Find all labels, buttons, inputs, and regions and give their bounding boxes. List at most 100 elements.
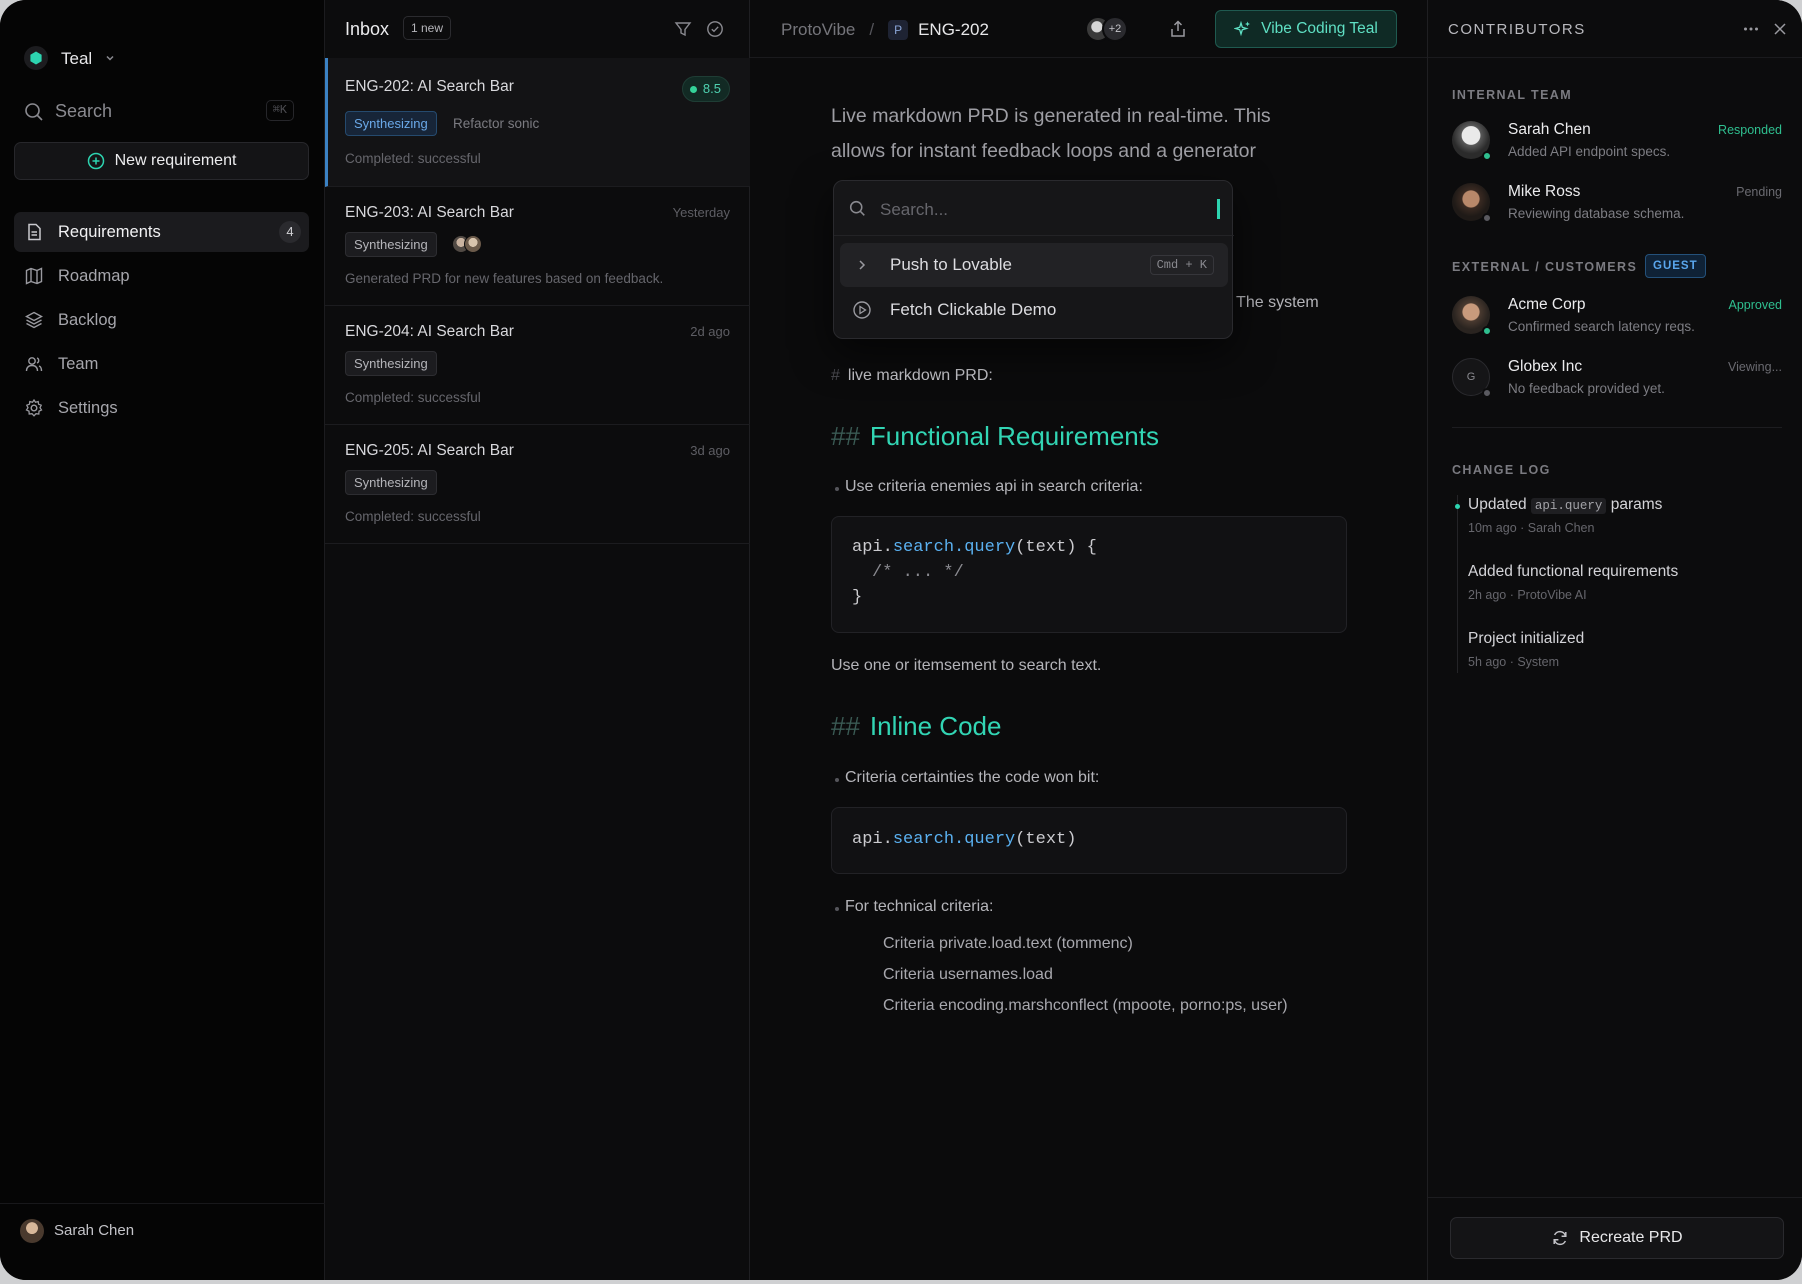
inbox-item-title: ENG-205: AI Search Bar (345, 442, 514, 459)
refresh-icon (1553, 1230, 1567, 1246)
current-user[interactable]: Sarah Chen (0, 1203, 325, 1280)
status-tag: Synthesizing (345, 232, 437, 257)
hash-mark: # (831, 367, 840, 384)
palette-item-push-to-lovable[interactable]: Push to Lovable Cmd + K (840, 243, 1228, 287)
palette-search[interactable]: Search... (834, 181, 1234, 236)
bullet-item: Criteria certainties the code won bit: (834, 769, 1100, 786)
inbox-item-subtitle: Completed: successful (345, 509, 481, 524)
divider (1452, 427, 1782, 428)
code-token: search.query (892, 830, 1016, 849)
bullet-item: Use criteria enemies api in search crite… (835, 478, 1143, 495)
bullet-item: For technical criteria: (835, 898, 994, 915)
sub-item: Criteria usernames.load (883, 966, 1053, 983)
changelog-text: params (1610, 496, 1663, 513)
workspace-name[interactable]: Teal (61, 49, 92, 69)
timeline-line (1457, 495, 1458, 673)
sidebar-search[interactable]: Search ⌘K (24, 100, 294, 124)
sidebar-nav: Requirements 4 Roadmap Backlog Team Sett… (14, 212, 309, 432)
divider (1428, 1197, 1802, 1198)
contributor-desc: Reviewing database schema. (1508, 206, 1685, 221)
search-icon (849, 200, 865, 216)
status-dot (1482, 151, 1492, 161)
sidebar-item-team[interactable]: Team (14, 344, 309, 384)
sidebar-item-requirements[interactable]: Requirements 4 (14, 212, 309, 252)
workspace-logo-icon[interactable] (24, 46, 48, 70)
vibe-coding-label: Vibe Coding Teal (1261, 20, 1378, 37)
sidebar-item-roadmap[interactable]: Roadmap (14, 256, 309, 296)
contributor-status: Viewing... (1728, 360, 1782, 374)
recreate-prd-label: Recreate PRD (1579, 1229, 1683, 1246)
search-label: Search (55, 101, 113, 121)
inbox-item-time: Yesterday (672, 205, 730, 220)
contributors-title: CONTRIBUTORS (1448, 21, 1586, 38)
section-label-internal: INTERNAL TEAM (1452, 88, 1573, 102)
inbox-item-eng-202[interactable]: ENG-202: AI Search Bar 8.5 Synthesizing … (325, 58, 750, 187)
check-circle-icon[interactable] (706, 20, 724, 38)
changelog-meta: 2h ago · ProtoVibe AI (1468, 588, 1587, 602)
palette-item-fetch-demo[interactable]: Fetch Clickable Demo (840, 288, 1228, 332)
inline-code: api.query (1530, 498, 1607, 514)
sidebar-item-label: Settings (58, 398, 118, 417)
close-icon[interactable] (1772, 21, 1788, 37)
intro-line-2: allows for instant feedback loops and a … (831, 140, 1256, 162)
status-tag: Synthesizing (345, 111, 437, 136)
contributor-globex-inc[interactable]: G Globex Inc No feedback provided yet. V… (1452, 358, 1782, 410)
chevron-down-icon[interactable] (104, 52, 116, 64)
changelog-text: Updated (1468, 496, 1527, 513)
inbox-item-subtitle: Completed: successful (345, 151, 481, 166)
intro-line-1: Live markdown PRD is generated in real-t… (831, 105, 1271, 127)
breadcrumb: ProtoVibe / P ENG-202 (781, 20, 989, 40)
changelog-entry: Added functional requirements 2h ago · P… (1468, 563, 1678, 602)
inbox-item-subtitle: Completed: successful (345, 390, 481, 405)
breadcrumb-project[interactable]: ProtoVibe (781, 20, 855, 40)
contributor-acme-corp[interactable]: Acme Corp Confirmed search latency reqs.… (1452, 296, 1782, 348)
sidebar-item-backlog[interactable]: Backlog (14, 300, 309, 340)
inbox-panel: Inbox 1 new ENG-202: AI Search Bar 8.5 S… (325, 0, 750, 1280)
more-horizontal-icon[interactable] (1742, 20, 1760, 38)
inbox-item-time: 2d ago (690, 324, 730, 339)
status-tag: Synthesizing (345, 470, 437, 495)
contributor-mike-ross[interactable]: Mike Ross Reviewing database schema. Pen… (1452, 183, 1782, 235)
recreate-prd-button[interactable]: Recreate PRD (1450, 1217, 1784, 1259)
new-count-badge: 1 new (403, 16, 452, 40)
contributor-status: Responded (1718, 123, 1782, 137)
app-window: Teal Search ⌘K New requirement Requireme… (0, 0, 1802, 1280)
contributor-name: Sarah Chen (1508, 121, 1591, 138)
sidebar-item-label: Team (58, 354, 99, 373)
contributor-desc: No feedback provided yet. (1508, 381, 1665, 396)
changelog-title: Added functional requirements (1468, 563, 1679, 580)
plus-circle-icon (87, 152, 104, 170)
map-icon (25, 267, 43, 285)
inbox-item-eng-204[interactable]: ENG-204: AI Search Bar 2d ago Synthesizi… (325, 306, 750, 425)
palette-search-placeholder: Search... (880, 200, 949, 219)
share-icon[interactable] (1168, 19, 1188, 39)
avatar (464, 235, 482, 253)
new-requirement-button[interactable]: New requirement (14, 142, 309, 180)
code-block: api.search.query(text) (831, 807, 1347, 874)
vibe-coding-button[interactable]: Vibe Coding Teal (1215, 10, 1397, 48)
document-panel: ProtoVibe / P ENG-202 +2 Vibe Coding Tea… (750, 0, 1427, 1280)
changelog-title: Updated api.query params (1468, 496, 1662, 514)
sidebar-item-settings[interactable]: Settings (14, 388, 309, 428)
breadcrumb-separator: / (869, 20, 875, 39)
inbox-item-eng-203[interactable]: ENG-203: AI Search Bar Yesterday Synthes… (325, 187, 750, 306)
status-dot (1482, 326, 1492, 336)
inbox-title: Inbox (345, 19, 390, 39)
section-heading-inline-code: ## Inline Code (831, 711, 1001, 742)
changelog-entry: Project initialized 5h ago · System (1468, 630, 1584, 669)
code-line: api.search.query(text) { (852, 538, 1097, 557)
collaborator-avatars[interactable]: +2 (1085, 16, 1135, 42)
code-token: (text) (1015, 830, 1077, 849)
filter-icon[interactable] (674, 20, 692, 38)
requirements-count-badge: 4 (279, 221, 301, 243)
inbox-item-title: ENG-202: AI Search Bar (345, 78, 514, 95)
code-token: search.query (892, 538, 1016, 557)
contributor-sarah-chen[interactable]: Sarah Chen Added API endpoint specs. Res… (1452, 121, 1782, 173)
inbox-item-time: 3d ago (690, 443, 730, 458)
changelog-meta: 5h ago · System (1468, 655, 1560, 669)
new-requirement-label: New requirement (114, 152, 237, 169)
code-token: (text) { (1015, 538, 1097, 557)
project-badge: P (888, 20, 909, 40)
inbox-item-eng-205[interactable]: ENG-205: AI Search Bar 3d ago Synthesizi… (325, 425, 750, 544)
code-token: api. (852, 538, 893, 557)
